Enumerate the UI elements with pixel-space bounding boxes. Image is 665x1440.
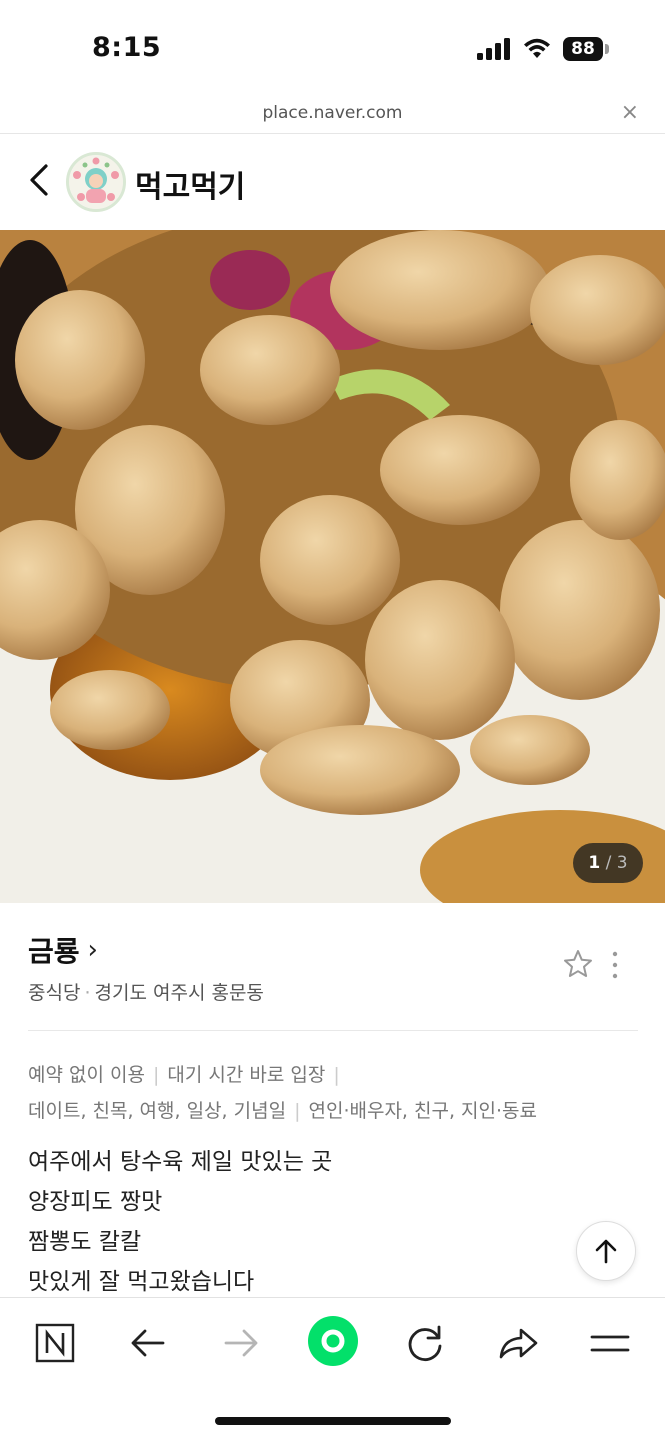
photo-counter: 1 / 3 [573,843,643,883]
place-meta: 중식당 · 경기도 여주시 홍문동 [28,978,638,1005]
browser-toolbar [0,1297,665,1440]
home-indicator[interactable] [215,1417,451,1425]
keyword-tags: 예약 없이 이용 | 대기 시간 바로 입장 | 데이트, 친목, 여행, 일상, 기… [28,1061,648,1133]
review-text: 여주에서 탕수육 제일 맛있는 곳 양장피도 짱맛 짬뽕도 칼칼 맛있게 잘 먹… [28,1142,588,1302]
arrow-left-icon[interactable] [123,1318,173,1368]
naver-n-icon[interactable] [30,1318,80,1368]
tag-item: 연인·배우자, 친구, 지인·동료 [308,1100,538,1122]
place-name[interactable]: 금룡 [28,930,80,970]
signal-icon [477,38,510,60]
divider [28,1030,638,1031]
star-outline-icon[interactable] [562,948,594,980]
place-address: 경기도 여주시 홍문동 [94,982,264,1004]
photo-counter-total: 3 [616,853,628,873]
place-category: 중식당 [28,982,81,1004]
arrow-right-icon[interactable] [216,1318,266,1368]
chevron-right-icon[interactable]: › [88,935,98,965]
review-line: 양장피도 짱맛 [28,1189,163,1215]
green-dot-icon[interactable] [307,1315,359,1367]
review-line: 맛있게 잘 먹고왔습니다 [28,1269,255,1295]
url-bar: place.naver.com × [0,96,665,134]
tag-separator: | [294,1100,301,1122]
menu-icon[interactable] [585,1318,635,1368]
arrow-up-icon [595,1239,617,1264]
tag-item: 데이트, 친목, 여행, 일상, 기념일 [28,1100,287,1122]
photo-counter-separator: / [605,853,612,873]
food-photo-illustration [0,230,665,903]
food-photo[interactable]: 1 / 3 [0,230,665,903]
avatar-illustration [69,155,123,209]
scroll-to-top-button[interactable] [576,1221,636,1281]
more-vertical-icon[interactable] [608,950,622,980]
status-time: 8:15 [92,32,162,63]
status-bar: 8:15 88 [0,0,665,100]
battery-cap [605,44,609,54]
tag-line-visit: 예약 없이 이용 | 대기 시간 바로 입장 | [28,1061,648,1097]
wifi-icon [524,38,550,58]
tag-item: 예약 없이 이용 [28,1064,145,1086]
tag-line-purpose: 데이트, 친목, 여행, 일상, 기념일 | 연인·배우자, 친구, 지인·동료 [28,1097,648,1133]
tag-separator: | [152,1064,160,1086]
chevron-left-icon[interactable] [22,158,58,202]
review-line: 짬뽕도 칼칼 [28,1229,142,1255]
review-line: 여주에서 탕수육 제일 맛있는 곳 [28,1149,333,1175]
battery-icon: 88 [563,37,603,61]
place-info: 금룡 › 중식당 · 경기도 여주시 홍문동 [28,930,638,1005]
avatar[interactable] [66,152,126,212]
share-icon[interactable] [493,1318,543,1368]
tag-separator: | [333,1064,340,1086]
close-icon[interactable]: × [621,100,639,125]
photo-counter-current: 1 [588,853,601,873]
place-name-link[interactable]: 금룡 › [28,930,638,970]
refresh-icon[interactable] [400,1318,450,1368]
page-header: 먹고먹기 [0,134,665,230]
url-text[interactable]: place.naver.com [0,103,665,123]
channel-name[interactable]: 먹고먹기 [135,162,245,206]
tag-item: 대기 시간 바로 입장 [167,1064,326,1086]
meta-separator: · [84,982,91,1004]
